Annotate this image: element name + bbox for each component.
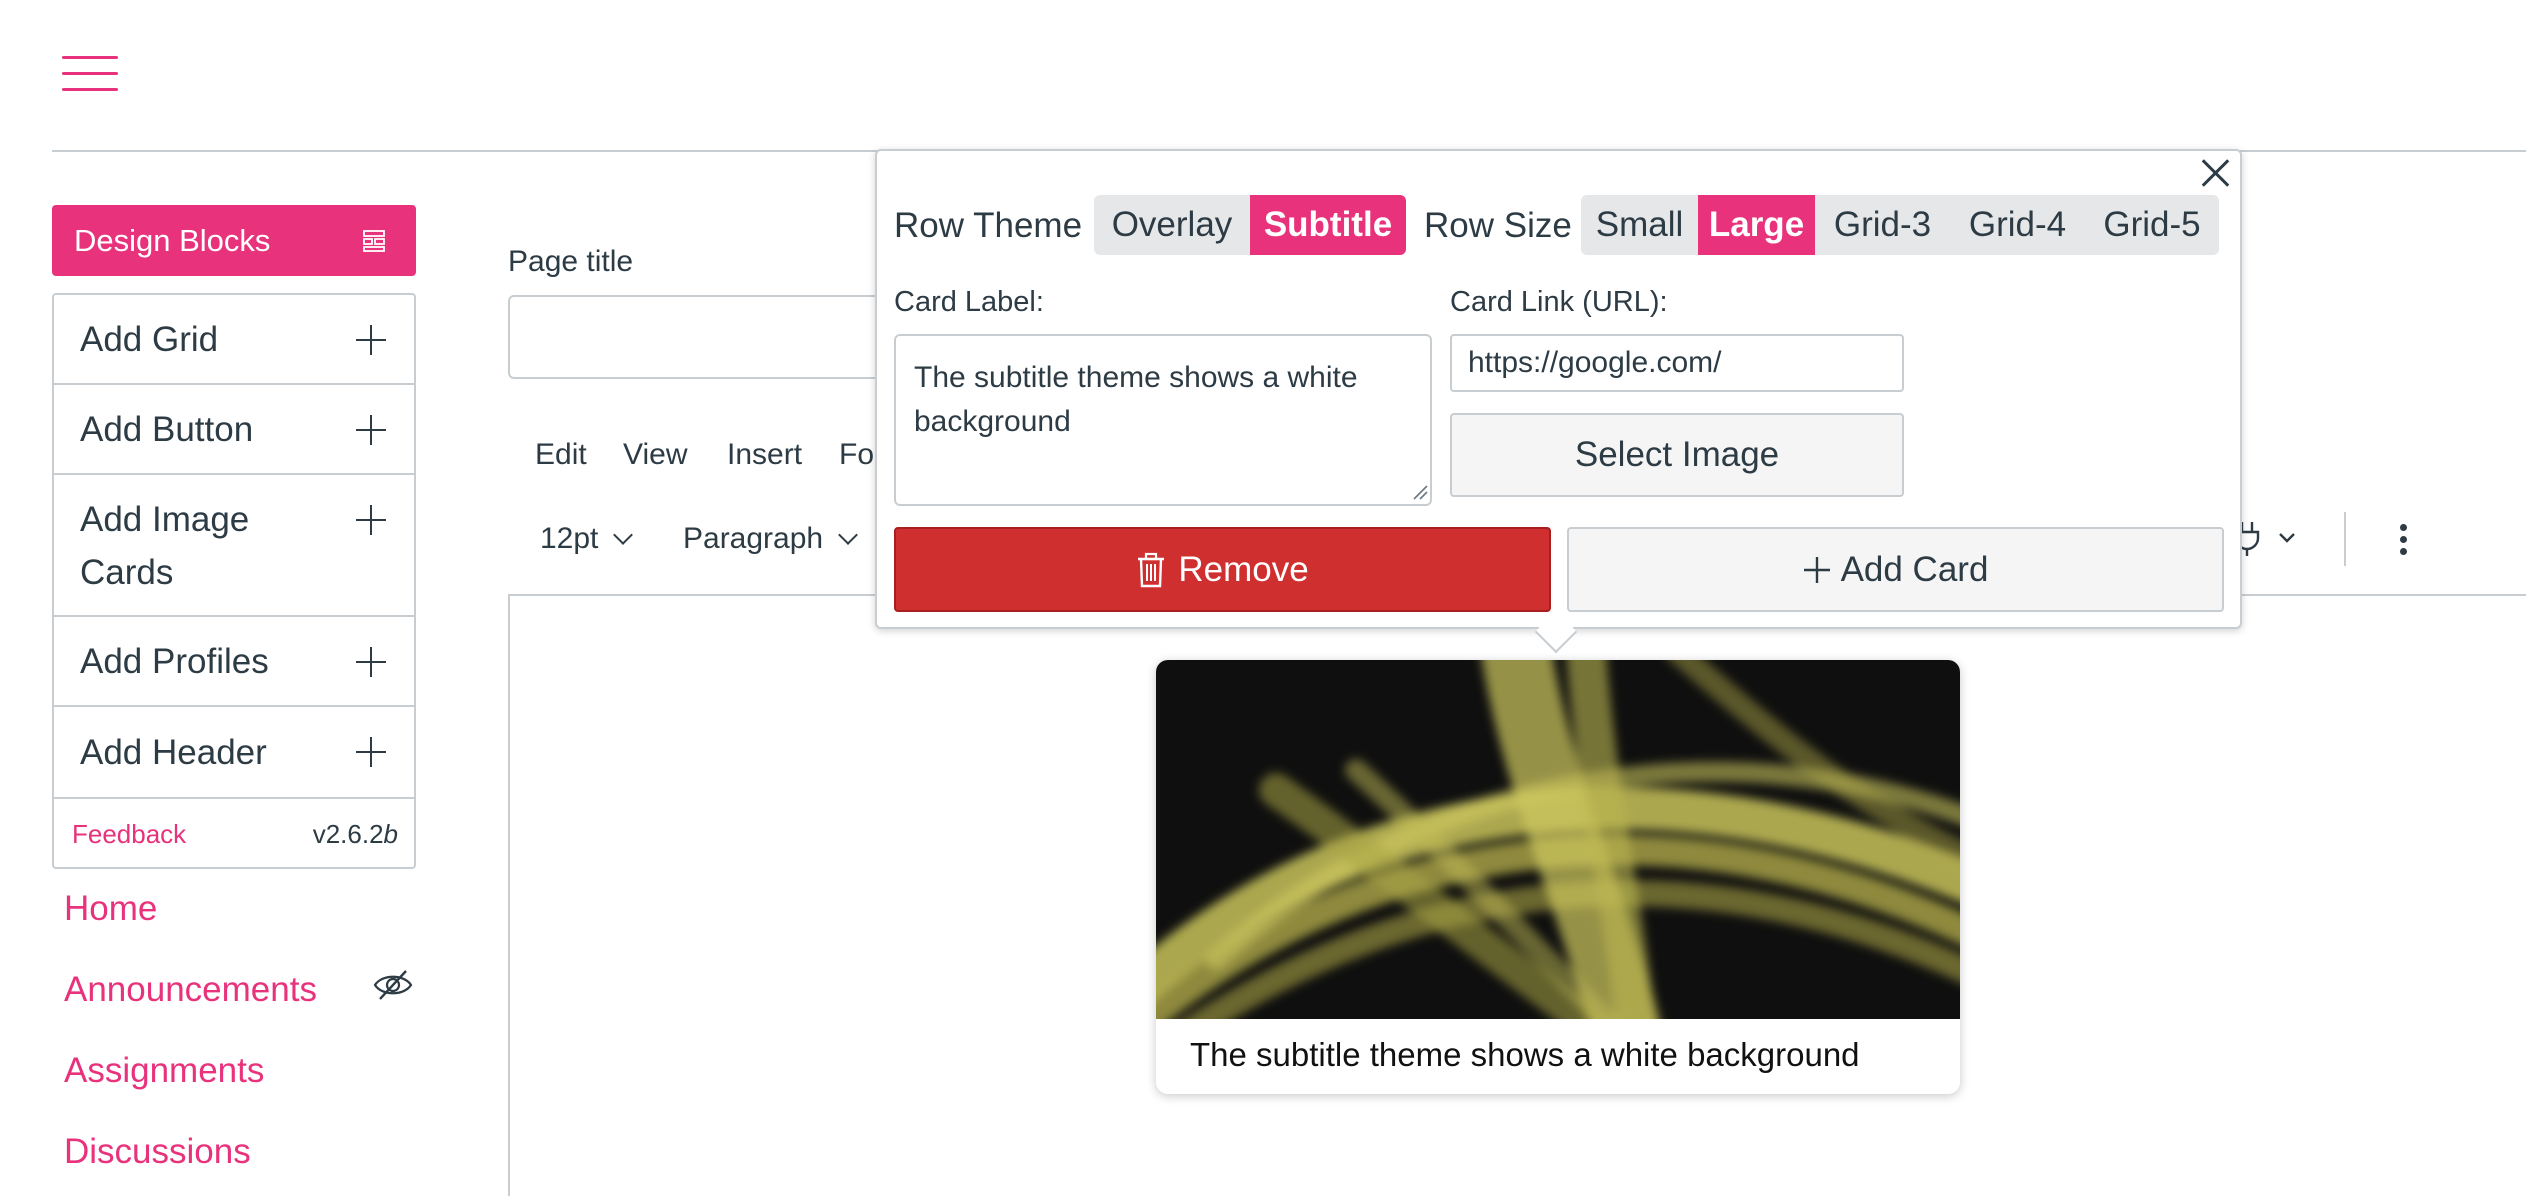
row-theme-subtitle[interactable]: Subtitle — [1250, 195, 1406, 255]
design-blocks-footer: Feedback v2.6.2b — [54, 799, 414, 867]
nav-home[interactable]: Home — [64, 889, 157, 929]
card-label-label: Card Label: — [894, 286, 1044, 318]
add-profiles-item[interactable]: Add Profiles — [54, 617, 414, 707]
toolbar-separator — [2344, 512, 2346, 566]
add-card-button[interactable]: Add Card — [1567, 527, 2224, 612]
plug-icon[interactable] — [2234, 518, 2304, 558]
page-title-label: Page title — [508, 245, 634, 278]
card-label-textarea[interactable]: The subtitle theme shows a white backgro… — [894, 334, 1432, 506]
row-theme-toggle: Overlay Subtitle — [1094, 195, 1406, 255]
remove-button[interactable]: Remove — [894, 527, 1551, 612]
nav-discussions[interactable]: Discussions — [64, 1132, 251, 1172]
more-options-kebab-icon[interactable] — [2396, 520, 2412, 560]
menu-view[interactable]: View — [623, 438, 687, 472]
card-caption: The subtitle theme shows a white backgro… — [1190, 1036, 1860, 1073]
add-button-item[interactable]: Add Button — [54, 385, 414, 475]
row-size-grid-4[interactable]: Grid-4 — [1950, 195, 2085, 255]
row-size-large[interactable]: Large — [1698, 195, 1815, 255]
plus-icon — [356, 415, 386, 445]
menu-edit[interactable]: Edit — [535, 438, 587, 472]
eye-off-icon[interactable] — [372, 968, 414, 1002]
close-icon[interactable] — [2200, 158, 2230, 188]
version-label: v2.6.2b — [312, 819, 398, 849]
add-image-cards-label-line2: Cards — [80, 553, 174, 592]
remove-label: Remove — [1178, 549, 1309, 589]
font-size-select[interactable]: 12pt — [540, 522, 634, 556]
add-header-item[interactable]: Add Header — [54, 707, 414, 799]
plus-icon — [356, 647, 386, 677]
row-theme-overlay[interactable]: Overlay — [1094, 195, 1250, 255]
design-blocks-header[interactable]: Design Blocks — [52, 205, 416, 276]
card-link-label: Card Link (URL): — [1450, 286, 1668, 318]
add-button-label: Add Button — [80, 410, 254, 449]
add-grid-item[interactable]: Add Grid — [54, 295, 414, 385]
block-format-select[interactable]: Paragraph — [683, 522, 859, 556]
plus-icon — [356, 737, 386, 767]
row-theme-label: Row Theme — [894, 206, 1083, 245]
font-size-value: 12pt — [540, 522, 599, 555]
design-blocks-panel: Add Grid Add Button Add Image Cards Add … — [52, 293, 416, 869]
chevron-down-icon — [838, 525, 859, 545]
trash-icon — [1138, 552, 1165, 587]
design-blocks-title: Design Blocks — [74, 222, 271, 258]
plus-icon — [356, 325, 386, 355]
add-image-cards-item[interactable]: Add Image Cards — [54, 475, 414, 617]
feedback-link[interactable]: Feedback — [72, 819, 186, 850]
add-card-label: Add Card — [1840, 549, 1989, 589]
card-link-input[interactable]: https://google.com/ — [1450, 334, 1904, 392]
block-format-value: Paragraph — [683, 522, 824, 555]
select-image-button[interactable]: Select Image — [1450, 413, 1904, 497]
nav-announcements[interactable]: Announcements — [64, 970, 317, 1010]
row-size-small[interactable]: Small — [1581, 195, 1698, 255]
resize-handle-icon[interactable] — [1412, 484, 1428, 500]
blocks-icon — [363, 230, 385, 252]
row-size-grid-3[interactable]: Grid-3 — [1815, 195, 1950, 255]
card-image — [1156, 660, 1960, 1019]
add-header-label: Add Header — [80, 733, 267, 772]
menu-insert[interactable]: Insert — [727, 438, 802, 472]
add-profiles-label: Add Profiles — [80, 642, 269, 681]
nav-assignments[interactable]: Assignments — [64, 1051, 264, 1091]
add-grid-label: Add Grid — [80, 320, 219, 359]
plus-icon — [356, 505, 386, 535]
row-size-label: Row Size — [1424, 206, 1572, 245]
chevron-down-icon — [613, 525, 634, 545]
row-size-grid-5[interactable]: Grid-5 — [2085, 195, 2219, 255]
row-size-toggle: Small Large Grid-3 Grid-4 Grid-5 — [1581, 195, 2219, 255]
hamburger-menu-icon[interactable] — [62, 54, 118, 94]
add-image-cards-label-line1: Add Image — [80, 500, 250, 539]
image-card[interactable]: The subtitle theme shows a white backgro… — [1156, 660, 1960, 1094]
menu-format[interactable]: Fo — [839, 438, 874, 472]
plus-icon — [1803, 556, 1830, 583]
